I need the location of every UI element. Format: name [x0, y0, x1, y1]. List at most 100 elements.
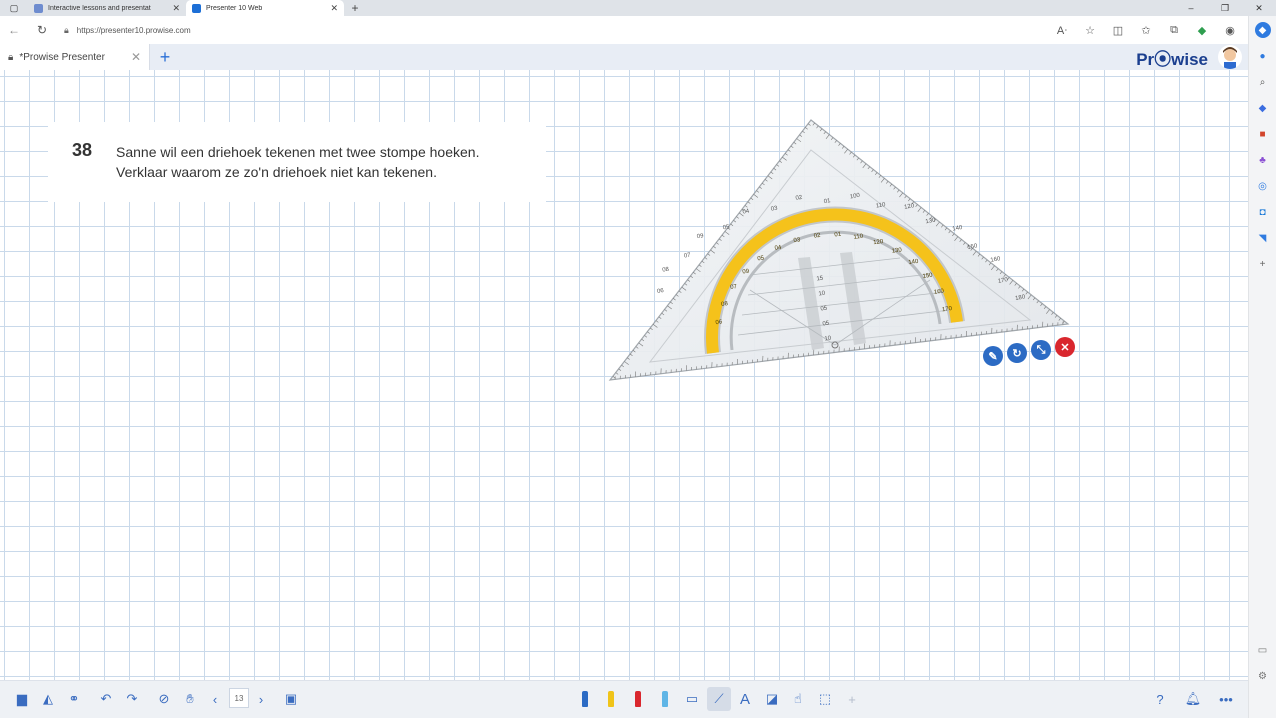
folder-button[interactable]: ▆ [10, 687, 34, 711]
favorites-icon[interactable]: ✩ [1132, 24, 1160, 37]
new-tab-button[interactable]: + [344, 0, 366, 16]
whiteboard-canvas[interactable]: 38 Sanne wil een driehoek tekenen met tw… [0, 70, 1248, 680]
window-menu-icon[interactable]: ▢ [0, 0, 28, 16]
address-bar: ← ↻ 🔒︎ https://presenter10.prowise.com A… [0, 16, 1276, 44]
next-page-button[interactable]: › [249, 687, 273, 711]
search-icon[interactable]: ⌕ [1255, 74, 1271, 90]
copilot-icon[interactable]: ◆ [1254, 22, 1271, 38]
red-pen-icon [635, 691, 641, 707]
document-tab[interactable]: 🔒︎ *Prowise Presenter ✕ [0, 44, 150, 70]
brand-text: Pr⦿wise [1136, 49, 1208, 69]
scale-label: 150 [967, 243, 979, 251]
hand-button[interactable]: ✋︎ [178, 687, 202, 711]
folder-icon: ▆ [17, 691, 27, 706]
geodriehoek-close-button[interactable]: ✕ [1055, 337, 1075, 357]
games-icon[interactable]: ♣ [1255, 152, 1271, 168]
add-tool-button[interactable]: + [840, 687, 864, 711]
question-card[interactable]: 38 Sanne wil een driehoek tekenen met tw… [48, 122, 546, 202]
browser-tab-title: Presenter 10 Web [206, 4, 263, 12]
blue-pen-icon [582, 691, 588, 707]
close-document-icon[interactable]: ✕ [131, 50, 141, 64]
lock-icon: 🔒︎ [8, 51, 14, 63]
redo-button[interactable]: ↷ [120, 687, 144, 711]
geodriehoek-resize-button[interactable]: ⤡ [1031, 340, 1051, 360]
shape-icon: ◪ [765, 691, 779, 706]
url-text: https://presenter10.prowise.com [76, 25, 191, 35]
add-sidebar-app-icon[interactable]: + [1255, 256, 1271, 272]
tools-icon[interactable]: ■ [1255, 126, 1271, 142]
close-tab-icon[interactable]: ✕ [172, 3, 180, 14]
browser-tools: Aᐧ ☆ ◫ ✩ ⧉ ◆ ◉ ⋯ [1048, 24, 1276, 37]
touch-button[interactable]: ☝︎ [786, 687, 810, 711]
refresh-icon[interactable]: ↻ [28, 23, 56, 37]
notifications-icon[interactable]: ● [1255, 48, 1271, 64]
notifications-button[interactable]: 🔔︎ [1181, 687, 1205, 711]
scale-label: 08 [662, 267, 670, 274]
plus-icon: + [848, 691, 856, 707]
add-document-button[interactable]: + [150, 44, 180, 70]
previous-page-button[interactable]: ‹ [203, 687, 227, 711]
more-icon: ••• [1219, 691, 1233, 707]
yellow-pen-icon [608, 691, 614, 707]
shapes-icon: ◭ [43, 691, 53, 706]
minimize-icon[interactable]: – [1174, 0, 1208, 16]
geodriehoek-rotate-button[interactable]: ↻ [1007, 343, 1027, 363]
sidebar-layout-icon[interactable]: ▭ [1255, 642, 1271, 658]
geodriehoek-draw-button[interactable]: ✎ [983, 346, 1003, 366]
chevron-right-icon: › [258, 691, 264, 707]
split-screen-icon[interactable]: ◫ [1104, 24, 1132, 37]
page-favicon-icon [34, 3, 43, 13]
text-icon: A [739, 690, 750, 708]
profile-icon[interactable]: ◉ [1216, 24, 1244, 37]
close-icon: ✕ [1060, 341, 1070, 354]
select-icon: ⬚ [818, 691, 832, 706]
shapes-button[interactable]: ◭ [36, 687, 60, 711]
red-pen-button[interactable] [626, 687, 650, 711]
scale-label: 06 [657, 288, 665, 295]
outlook-icon[interactable]: ◘ [1255, 204, 1271, 220]
geometry-tool-button[interactable]: ⟋ [707, 687, 731, 711]
eraser-button[interactable]: ▭ [680, 687, 704, 711]
avatar[interactable] [1218, 45, 1242, 69]
back-icon[interactable]: ← [0, 23, 28, 37]
prowise-favicon-icon [192, 3, 201, 13]
office-icon[interactable]: ◎ [1255, 178, 1271, 194]
undo-button[interactable]: ↶ [94, 687, 118, 711]
connect-button[interactable]: ⚭ [62, 687, 86, 711]
scale-label: 160 [990, 256, 1002, 264]
set-square-body [608, 119, 1070, 381]
yellow-pen-button[interactable] [599, 687, 623, 711]
text-button[interactable]: A [733, 687, 757, 711]
resize-icon: ⤡ [1036, 343, 1046, 356]
shape-tool-button[interactable]: ◪ [760, 687, 784, 711]
document-tab-title: *Prowise Presenter [19, 51, 105, 63]
forbidden-icon: ⊘ [158, 691, 170, 706]
close-window-icon[interactable]: ✕ [1242, 0, 1276, 16]
restore-icon[interactable]: ❐ [1208, 0, 1242, 16]
no-entry-button[interactable]: ⊘ [152, 687, 176, 711]
pencil-icon: ✎ [988, 350, 998, 363]
favorite-star-icon[interactable]: ☆ [1076, 24, 1104, 37]
help-icon: ? [1156, 691, 1164, 707]
avatar-image [1223, 47, 1237, 69]
browser-tab-2[interactable]: Presenter 10 Web ✕ [186, 0, 344, 16]
app-header: 🔒︎ *Prowise Presenter ✕ + Pr⦿wise [0, 44, 1248, 70]
page-number[interactable]: 13 [229, 688, 249, 708]
url-field[interactable]: 🔒︎ https://presenter10.prowise.com [56, 20, 996, 40]
blue-pen-button[interactable] [573, 687, 597, 711]
collections-icon[interactable]: ⧉ [1160, 24, 1188, 37]
shopping-tag-icon[interactable]: ◆ [1255, 100, 1271, 116]
sidebar-settings-icon[interactable]: ⚙ [1255, 668, 1271, 684]
screen-button[interactable]: ▣ [279, 687, 303, 711]
more-button[interactable]: ••• [1214, 687, 1238, 711]
extension-icon[interactable]: ◆ [1188, 24, 1216, 37]
select-button[interactable]: ⬚ [813, 687, 837, 711]
scale-label: 140 [952, 225, 964, 233]
close-tab-icon[interactable]: ✕ [330, 3, 338, 14]
lock-icon: 🔒︎ [64, 24, 69, 35]
highlighter-button[interactable] [653, 687, 677, 711]
drop-icon[interactable]: ◥ [1255, 230, 1271, 246]
help-button[interactable]: ? [1148, 687, 1172, 711]
browser-tab-1[interactable]: Interactive lessons and presentat ✕ [28, 0, 186, 16]
read-aloud-icon[interactable]: Aᐧ [1048, 24, 1076, 37]
